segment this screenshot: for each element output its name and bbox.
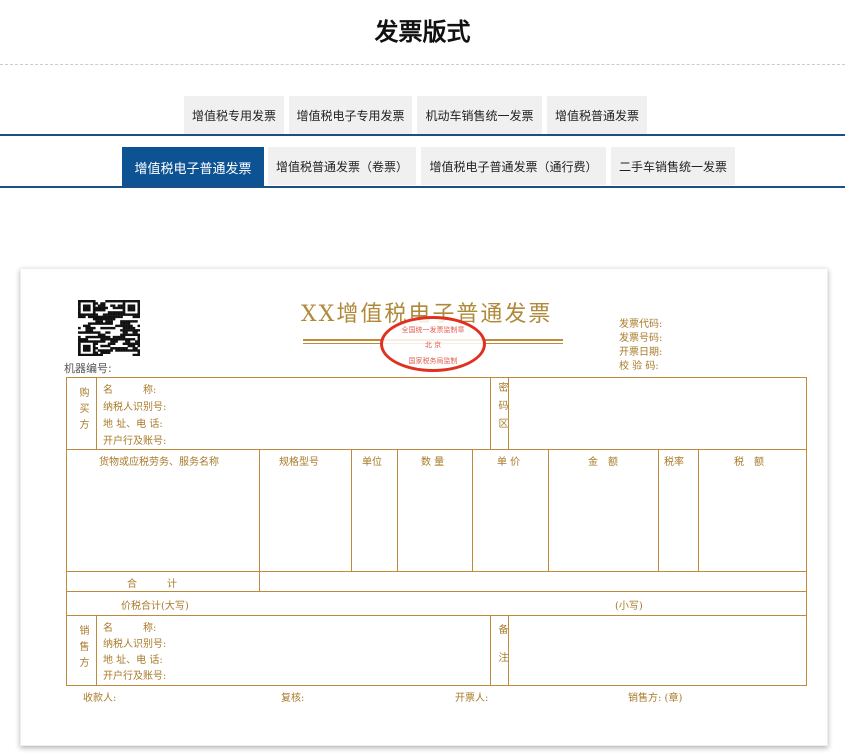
col-amount: 金 额 [588,457,618,468]
issue-date-label: 开票日期: [619,347,663,358]
seller-address-label: 地 址、电 话: [103,655,163,666]
tab-vat-e-normal[interactable]: 增值税电子普通发票 [122,147,264,187]
tab-divider [0,186,845,188]
col-tax-rate: 税率 [664,457,684,468]
seller-label: 销售方 [77,625,88,673]
total-label: 合 计 [127,579,177,590]
tab-divider [0,134,845,136]
invoice-code-label: 发票代码: [619,319,663,330]
issuer-label: 开票人: [455,693,489,704]
buyer-name-label: 名 称: [103,385,157,396]
col-goods-name: 货物或应税劳务、服务名称 [99,457,219,468]
col-unit-price: 单 价 [497,457,521,468]
price-tax-total-label: 价税合计(大写) [121,601,189,612]
tab-vat-e-toll[interactable]: 增值税电子普通发票（通行费） [421,147,606,185]
stamp: 全国统一发票监制章 北 京 国家税务局监制 [380,316,486,372]
qr-code [78,300,140,356]
col-unit: 单位 [362,457,382,468]
lowercase-label: (小写) [615,601,643,612]
invoice-number-label: 发票号码: [619,333,663,344]
invoice-preview: 机器编号: XX增值税电子普通发票 全国统一发票监制章 北 京 国家税务局监制 … [20,268,828,746]
col-tax-amount: 税 额 [734,457,764,468]
seller-name-label: 名 称: [103,623,157,634]
page-title: 发票版式 [374,18,471,46]
machine-number-label: 机器编号: [64,362,112,375]
col-quantity: 数 量 [421,457,445,468]
tab-vat-normal[interactable]: 增值税普通发票 [547,96,647,134]
check-code-label: 校 验 码: [619,361,659,372]
payee-label: 收款人: [83,693,117,704]
buyer-label: 购买方 [77,387,88,435]
invoice-table [66,377,807,686]
seller-seal-label: 销售方: (章) [628,693,683,704]
buyer-tax-id-label: 纳税人识别号: [103,402,167,413]
buyer-bank-label: 开户行及账号: [103,436,167,447]
tab-vat-roll[interactable]: 增值税普通发票（卷票） [268,147,416,185]
tab-vat-e-special[interactable]: 增值税电子专用发票 [289,96,412,134]
tab-used-car[interactable]: 二手车销售统一发票 [611,147,735,185]
divider [0,64,845,65]
buyer-address-label: 地 址、电 话: [103,419,163,430]
tab-motor-vehicle[interactable]: 机动车销售统一发票 [417,96,542,134]
col-spec: 规格型号 [279,457,319,468]
reviewer-label: 复核: [281,693,305,704]
remark-label: 备注 [496,624,507,680]
cipher-area-label: 密码区 [496,382,507,436]
seller-bank-label: 开户行及账号: [103,671,167,682]
tab-vat-special[interactable]: 增值税专用发票 [184,96,284,134]
seller-tax-id-label: 纳税人识别号: [103,639,167,650]
